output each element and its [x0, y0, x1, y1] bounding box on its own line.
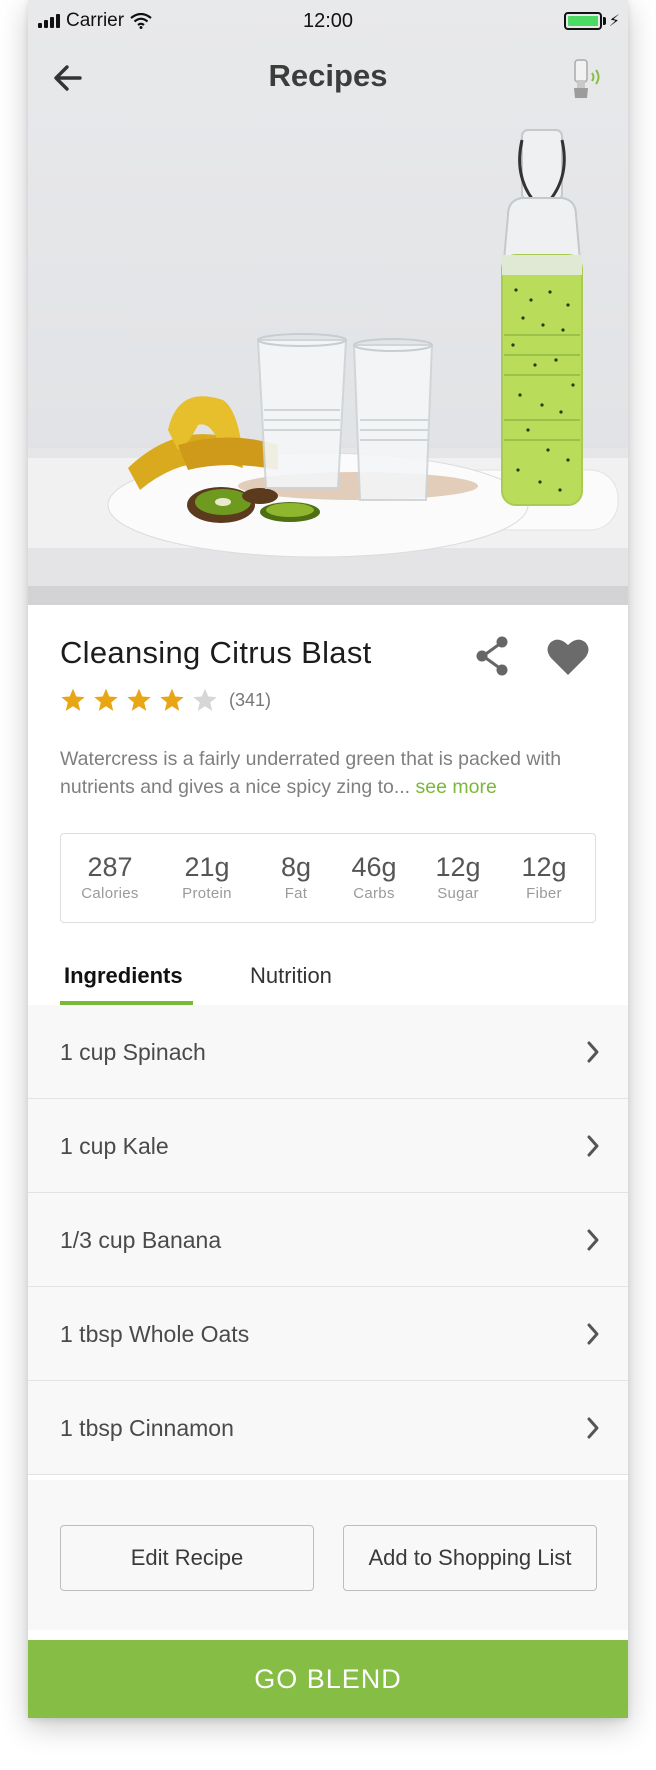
nutrition-value: 287 [87, 852, 133, 882]
nutrition-fat: 8g Fat [261, 852, 331, 902]
chevron-right-icon [587, 1417, 599, 1439]
nutrition-value: 8g [280, 852, 312, 882]
nutrition-value: 21g [184, 852, 230, 882]
ingredient-row[interactable]: 1 cup Kale [28, 1099, 628, 1193]
tab-ingredients[interactable]: Ingredients [64, 963, 183, 989]
chevron-right-icon [587, 1323, 599, 1345]
star-rating: (341) [60, 687, 271, 713]
star-filled-icon [94, 688, 118, 711]
star-filled-icon [160, 688, 184, 711]
page-title: Recipes [268, 58, 388, 93]
star-empty-icon [193, 688, 217, 711]
nutrition-fiber: 12g Fiber [507, 852, 581, 902]
nutrition-label: Fiber [526, 885, 562, 902]
clock: 12:00 [302, 10, 354, 32]
battery-icon [564, 12, 602, 30]
rating-count: (341) [229, 689, 272, 710]
blender-connected-icon [574, 59, 600, 98]
add-to-shopping-list-button[interactable]: Add to Shopping List [343, 1525, 597, 1591]
chevron-right-icon [587, 1135, 599, 1157]
share-button[interactable] [473, 635, 513, 677]
recipe-description: Watercress is a fairly underrated green … [60, 745, 600, 801]
ingredient-label: 1 tbsp Cinnamon [60, 1415, 234, 1441]
nutrition-sugar: 12g Sugar [421, 852, 495, 902]
recipe-tabs: Ingredients Nutrition [28, 945, 628, 1005]
ingredient-label: 1 tbsp Whole Oats [60, 1321, 250, 1347]
nutrition-value: 12g [521, 852, 567, 882]
favorite-button[interactable] [546, 637, 590, 677]
recipe-title: Cleansing Citrus Blast [60, 635, 372, 670]
nutrition-label: Protein [182, 885, 232, 902]
see-more-link[interactable]: see more [416, 776, 497, 798]
battery-cap [603, 17, 606, 25]
nutrition-label: Fat [284, 885, 308, 902]
ingredient-row[interactable]: 1/3 cup Banana [28, 1193, 628, 1287]
nutrition-label: Carbs [353, 885, 395, 902]
nutrition-value: 12g [435, 852, 481, 882]
star-filled-icon [61, 688, 85, 711]
ingredient-label: 1 cup Kale [60, 1133, 169, 1159]
share-icon [476, 636, 508, 676]
ingredient-row[interactable]: 1 tbsp Whole Oats [28, 1287, 628, 1381]
tab-nutrition[interactable]: Nutrition [250, 963, 332, 989]
recipe-actions: Edit Recipe Add to Shopping List [28, 1480, 628, 1630]
nutrition-summary: 287 Calories 21g Protein 8g Fat 46g Carb… [60, 833, 596, 923]
edit-recipe-button[interactable]: Edit Recipe [60, 1525, 314, 1591]
go-blend-button[interactable]: GO BLEND [28, 1640, 628, 1718]
nutrition-protein: 21g Protein [167, 852, 247, 902]
nutrition-value: 46g [351, 852, 397, 882]
phone-screen: Carrier 12:00 ⚡ Recipes Cleansing Citrus… [28, 0, 628, 1718]
heart-icon [547, 639, 589, 675]
charging-icon: ⚡ [608, 13, 620, 30]
nutrition-calories: 287 Calories [69, 852, 151, 902]
blender-status-button[interactable] [568, 58, 608, 102]
chevron-right-icon [587, 1041, 599, 1063]
ingredient-label: 1/3 cup Banana [60, 1227, 222, 1253]
ingredient-label: 1 cup Spinach [60, 1039, 206, 1065]
chevron-right-icon [587, 1229, 599, 1251]
ingredient-row[interactable]: 1 tbsp Cinnamon [28, 1381, 628, 1475]
nutrition-label: Calories [81, 885, 139, 902]
status-bar: Carrier 12:00 ⚡ [28, 0, 628, 44]
nutrition-label: Sugar [437, 885, 479, 902]
nutrition-carbs: 46g Carbs [337, 852, 411, 902]
star-filled-icon [127, 688, 151, 711]
nav-bar: Recipes [28, 44, 628, 112]
ingredients-list: 1 cup Spinach 1 cup Kale 1/3 cup Banana … [28, 1005, 628, 1475]
ingredient-row[interactable]: 1 cup Spinach [28, 1005, 628, 1099]
